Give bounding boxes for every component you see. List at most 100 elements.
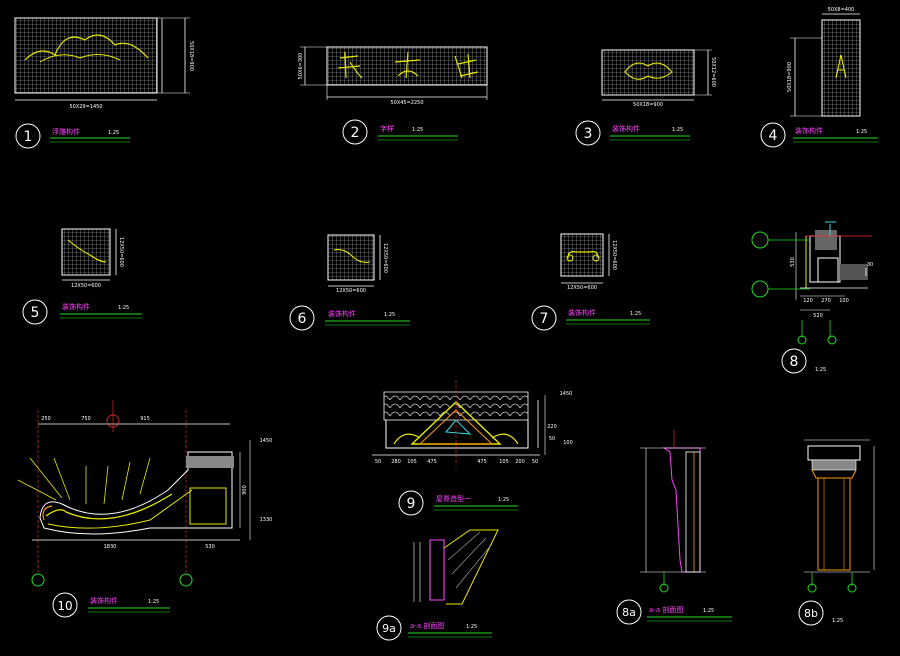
detail-8-dim-0: 520	[813, 313, 823, 319]
detail-10-dim-2: 915	[140, 416, 150, 422]
detail-4-height-dim: 50X18=900	[787, 62, 793, 92]
detail-9-dim-2: 105	[407, 459, 417, 465]
detail-7-width-dim: 12X50=600	[567, 285, 597, 291]
detail-7-scale: 1:25	[630, 311, 641, 317]
detail-6-title: 装饰构件	[328, 309, 356, 318]
detail-4-scale: 1:25	[856, 129, 867, 135]
detail-7-height-dim: 12X50=600	[611, 240, 617, 270]
detail-8a: 8a a-a 剖面图 1:25	[616, 430, 732, 625]
detail-10-title: 装饰构件	[90, 596, 118, 605]
detail-4: 50X8=400 50X18=900 4 装饰构件 1:25	[760, 7, 878, 148]
detail-2-width-dim: 50X45=2250	[390, 100, 423, 106]
detail-6-width-dim: 12X50=600	[336, 288, 366, 294]
detail-8-number: 8	[790, 354, 799, 370]
detail-8-dim-1: 120	[803, 298, 813, 304]
detail-10-dim-3: 1830	[104, 544, 117, 550]
detail-7-title: 装饰构件	[568, 308, 596, 317]
detail-2-height-dim: 50X6=300	[298, 53, 304, 80]
detail-9-dim-11: 100	[563, 440, 573, 446]
detail-9-dim-3: 475	[427, 459, 437, 465]
detail-8b-capital	[807, 445, 861, 461]
detail-1: 50X29=1450 50X18=900 1 浮雕构件 1:25	[14, 17, 194, 149]
detail-2-number: 2	[351, 125, 360, 141]
detail-3-title: 装饰构件	[612, 124, 640, 133]
detail-10-dim-4: 530	[205, 544, 215, 550]
detail-10-number: 10	[57, 599, 72, 613]
detail-4-width-dim: 50X8=400	[828, 7, 855, 13]
detail-8a-number: 8a	[622, 606, 636, 619]
detail-9a-title: a-a 剖面图	[410, 621, 444, 630]
detail-9a-number: 9a	[382, 622, 396, 635]
detail-9-dim-10: 50	[549, 436, 555, 442]
detail-10: 250 750 915 1830 530 900 1450 1330 10 装饰…	[17, 400, 273, 618]
detail-3-scale: 1:25	[672, 127, 683, 133]
detail-7-number: 7	[540, 311, 549, 327]
detail-8b-shaft	[817, 477, 851, 571]
detail-4-number: 4	[769, 128, 778, 144]
detail-5: 12X50=600 12X50=600 5 装饰构件 1:25	[22, 228, 142, 325]
detail-3-number: 3	[584, 126, 593, 142]
detail-5-title: 装饰构件	[62, 302, 90, 311]
detail-5-height-dim: 12X50=600	[118, 237, 124, 267]
detail-9-dim-1: 280	[391, 459, 401, 465]
detail-10-dim-7: 1330	[260, 517, 273, 523]
detail-1-scale: 1:25	[108, 130, 119, 136]
detail-10-dim-1: 750	[81, 416, 91, 422]
detail-8-axis-bubble-lower	[751, 280, 769, 298]
detail-8-dim-4: 30	[867, 262, 873, 268]
detail-8-axis-bubble-upper	[751, 231, 769, 249]
detail-7: 12X50=600 12X50=600 7 装饰构件 1:25	[531, 233, 650, 331]
detail-10-dim-5: 900	[242, 485, 248, 495]
detail-6-scale: 1:25	[384, 312, 395, 318]
detail-8b: 8b 1:25	[798, 439, 875, 626]
detail-9-dim-0: 1450	[560, 391, 573, 397]
detail-10-axis-bubble-left	[31, 573, 45, 587]
detail-1-height-dim: 50X18=900	[188, 41, 194, 71]
detail-9-dim-9: 50	[532, 459, 538, 465]
detail-8-dim-5: 530	[790, 257, 796, 267]
detail-2: 50X45=2250 50X6=300 2 字样 1:25	[298, 46, 488, 145]
detail-9-dim-4: 475	[477, 459, 487, 465]
detail-4-grid-panel	[821, 19, 861, 117]
detail-5-grid-panel	[61, 228, 111, 276]
detail-9-scale: 1:25	[498, 497, 509, 503]
detail-9a: 9a a-a 剖面图 1:25	[376, 529, 499, 641]
detail-6-number: 6	[298, 311, 307, 327]
detail-9a-scale: 1:25	[466, 624, 477, 630]
detail-5-scale: 1:25	[118, 305, 129, 311]
detail-10-scale: 1:25	[148, 599, 159, 605]
detail-6-height-dim: 12X50=600	[382, 243, 388, 273]
detail-9: 1450 280 105 475 475 105 200 50 220 50 5…	[372, 380, 573, 516]
detail-8a-title: a-a 剖面图	[649, 605, 683, 614]
detail-8-scale: 1:25	[815, 367, 826, 373]
detail-8-dim-3: 100	[839, 298, 849, 304]
detail-5-width-dim: 12X50=600	[71, 283, 101, 289]
detail-2-title: 字样	[380, 124, 394, 133]
detail-2-scale: 1:25	[412, 127, 423, 133]
detail-9-dim-6: 200	[515, 459, 525, 465]
detail-1-title: 浮雕构件	[52, 127, 80, 136]
detail-6: 12X50=600 12X50=600 6 装饰构件 1:25	[289, 234, 410, 331]
detail-6-grid-panel	[327, 234, 375, 281]
detail-8a-section-profile	[662, 447, 701, 573]
detail-9-dim-7: 50	[375, 459, 381, 465]
detail-9-dim-8: 220	[547, 424, 557, 430]
detail-10-dim-0: 250	[41, 416, 51, 422]
detail-8a-scale: 1:25	[703, 608, 714, 614]
detail-3: 50X18=900 50X12=600 3 装饰构件 1:25	[575, 49, 716, 146]
detail-8b-number: 8b	[804, 607, 818, 620]
detail-1-width-dim: 50X29=1450	[69, 104, 102, 110]
detail-4-title: 装饰构件	[795, 126, 823, 135]
cad-drawing-canvas: 50X29=1450 50X18=900 1 浮雕构件 1:25 50X45=2…	[14, 7, 878, 641]
detail-10-dim-6: 1450	[260, 438, 273, 444]
detail-8: 520 120 270 100 30 530 8 1:25	[751, 221, 873, 374]
detail-3-grid-panel	[601, 49, 695, 96]
detail-3-width-dim: 50X18=900	[633, 102, 663, 108]
detail-3-height-dim: 50X12=600	[710, 57, 716, 87]
detail-10-axis-bubble-right	[179, 573, 193, 587]
detail-8b-scale: 1:25	[832, 618, 843, 624]
detail-9-number: 9	[407, 496, 416, 512]
detail-1-number: 1	[24, 129, 33, 145]
detail-8-dim-2: 270	[821, 298, 831, 304]
detail-9a-section-profile	[429, 539, 445, 601]
